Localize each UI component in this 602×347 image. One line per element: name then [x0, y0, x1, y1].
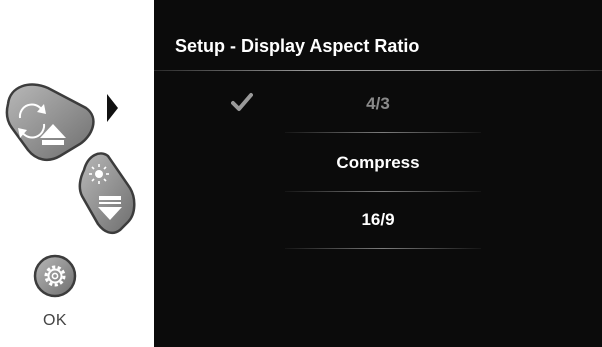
control-keys: [5, 83, 136, 298]
option-label: Compress: [336, 153, 420, 172]
option-16-9[interactable]: 16/9: [154, 192, 602, 249]
play-right-arrow-icon: [107, 94, 118, 122]
option-4-3[interactable]: 4/3: [154, 76, 602, 133]
ok-label: OK: [42, 312, 68, 329]
option-divider: [285, 132, 481, 133]
title-divider: [154, 70, 602, 71]
up-rotate-key[interactable]: [5, 83, 95, 162]
ok-key[interactable]: [33, 254, 77, 298]
device-ui: OK Setup - Display Aspect Ratio 4/3 Comp…: [0, 0, 602, 347]
option-compress[interactable]: Compress: [154, 135, 602, 192]
brightness-icon: [89, 164, 109, 184]
down-brightness-key[interactable]: [78, 152, 136, 235]
display-screen: Setup - Display Aspect Ratio 4/3 Compres…: [154, 0, 602, 347]
control-panel: OK: [0, 0, 154, 347]
option-label: 4/3: [366, 94, 390, 113]
option-divider: [285, 248, 481, 249]
page-title: Setup - Display Aspect Ratio: [175, 36, 420, 56]
option-label: 16/9: [361, 210, 395, 229]
